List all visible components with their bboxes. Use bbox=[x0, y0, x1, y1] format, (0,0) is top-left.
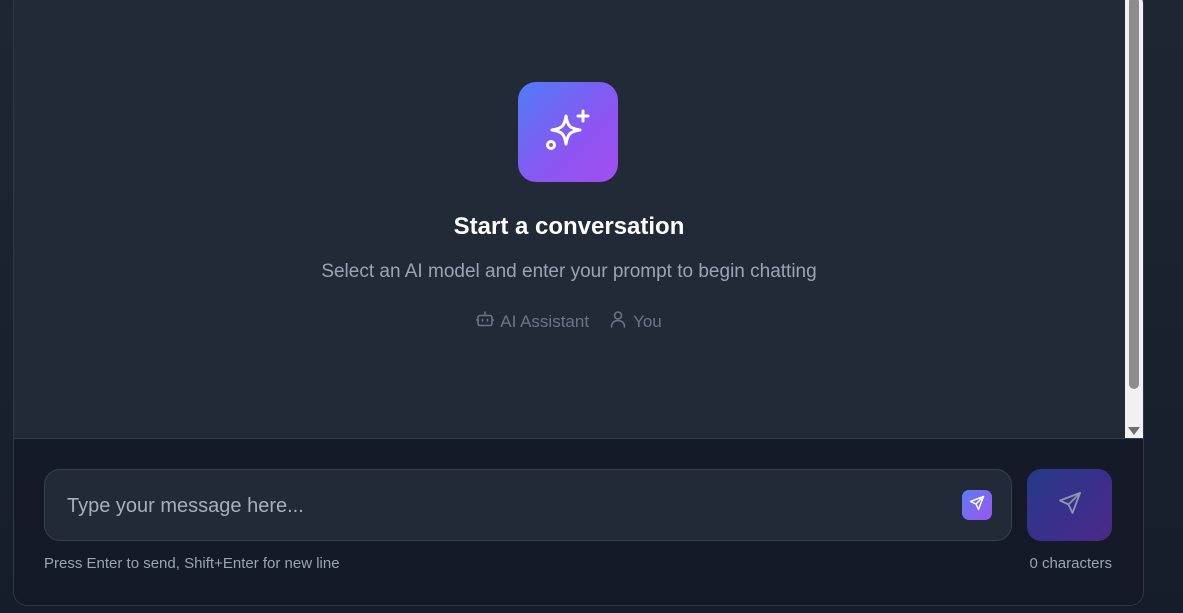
message-list: Start a conversation Select an AI model … bbox=[14, 0, 1124, 438]
send-icon bbox=[1057, 490, 1083, 521]
role-you-label: You bbox=[633, 311, 662, 331]
scrollbar-thumb[interactable] bbox=[1129, 0, 1139, 389]
empty-state-title: Start a conversation bbox=[453, 213, 685, 240]
send-icon bbox=[969, 495, 985, 516]
inline-send-button[interactable] bbox=[962, 490, 992, 520]
message-input-box bbox=[44, 469, 1012, 542]
user-icon bbox=[609, 310, 627, 333]
bot-icon bbox=[475, 310, 495, 333]
scroll-down-arrow-icon[interactable] bbox=[1128, 427, 1140, 435]
role-you: You bbox=[609, 310, 662, 333]
sparkles-icon bbox=[518, 82, 618, 182]
empty-state-subtitle: Select an AI model and enter your prompt… bbox=[321, 261, 817, 282]
page: Start a conversation Select an AI model … bbox=[0, 0, 1183, 613]
character-count: 0 characters bbox=[1029, 555, 1112, 572]
send-button[interactable] bbox=[1027, 469, 1112, 541]
message-input[interactable] bbox=[65, 470, 949, 542]
scrollbar[interactable] bbox=[1125, 0, 1143, 438]
role-ai-assistant-label: AI Assistant bbox=[500, 311, 590, 331]
chat-panel: Start a conversation Select an AI model … bbox=[13, 0, 1144, 606]
keyboard-hint: Press Enter to send, Shift+Enter for new… bbox=[44, 555, 340, 572]
role-ai-assistant: AI Assistant bbox=[475, 310, 590, 333]
role-legend: AI Assistant You bbox=[14, 310, 1124, 333]
message-composer: Press Enter to send, Shift+Enter for new… bbox=[14, 439, 1143, 605]
